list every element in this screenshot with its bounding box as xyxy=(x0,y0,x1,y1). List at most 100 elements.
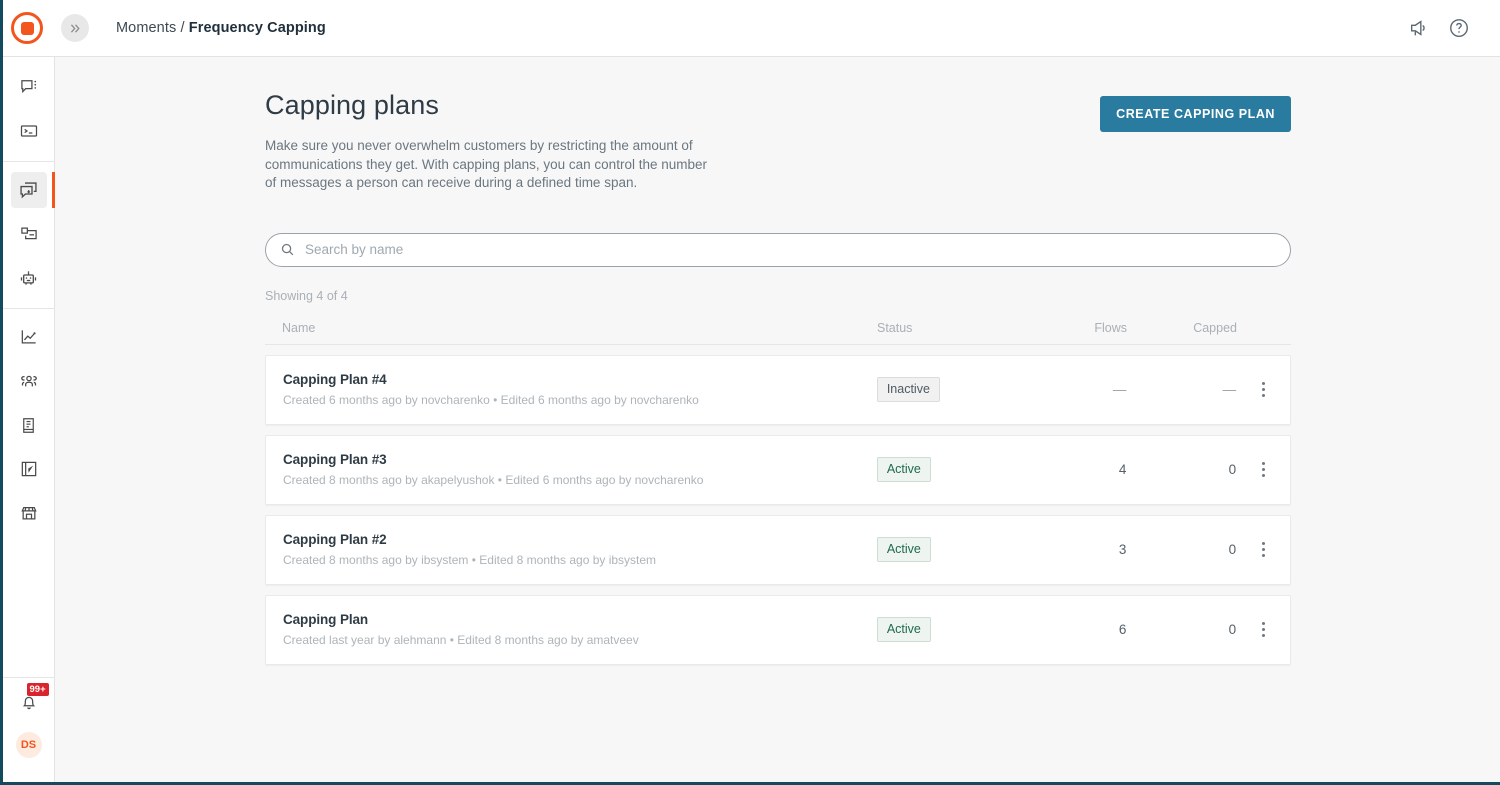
page-header: Capping plans Make sure you never overwh… xyxy=(265,90,1291,193)
search-input[interactable] xyxy=(305,242,1276,257)
sidebar-item-moments[interactable] xyxy=(11,172,47,208)
cell-capped: 0 xyxy=(1126,622,1236,637)
cell-name: Capping Plan #4 Created 6 months ago by n… xyxy=(266,372,877,407)
plan-meta: Created 6 months ago by novcharenko • Ed… xyxy=(283,393,877,407)
content-blocks-icon xyxy=(19,224,39,244)
notifications-button[interactable]: 99+ xyxy=(11,684,47,720)
kebab-menu-icon xyxy=(1256,375,1271,405)
cell-name: Capping Plan Created last year by alehman… xyxy=(266,612,877,647)
megaphone-icon[interactable] xyxy=(1408,17,1430,39)
rail-group-2 xyxy=(3,168,54,300)
results-count: Showing 4 of 4 xyxy=(265,289,1291,303)
table-row[interactable]: Capping Plan #3 Created 8 months ago by a… xyxy=(265,435,1291,505)
column-header-flows: Flows xyxy=(1027,321,1127,335)
rail-group-1 xyxy=(3,65,54,153)
rail-bottom: 99+ DS xyxy=(3,669,55,782)
cell-flows: 6 xyxy=(1027,622,1127,637)
plan-meta: Created 8 months ago by akapelyushok • E… xyxy=(283,473,877,487)
kebab-menu-icon xyxy=(1256,455,1271,485)
main-content: Capping plans Make sure you never overwh… xyxy=(55,57,1500,782)
status-badge: Inactive xyxy=(877,377,940,402)
breadcrumb: Moments / Frequency Capping xyxy=(116,20,326,36)
moments-copy-icon xyxy=(18,180,39,201)
rail-divider-3 xyxy=(3,677,55,678)
page-title: Capping plans xyxy=(265,90,713,121)
status-badge: Active xyxy=(877,537,931,562)
sidebar-item-marketplace[interactable] xyxy=(11,495,47,531)
page-header-text: Capping plans Make sure you never overwh… xyxy=(265,90,713,193)
row-menu-button[interactable] xyxy=(1236,375,1290,405)
sidebar-item-audience[interactable] xyxy=(11,363,47,399)
plan-name[interactable]: Capping Plan #2 xyxy=(283,532,877,547)
left-rail: 99+ DS xyxy=(3,57,55,782)
table-header: Name Status Flows Capped xyxy=(265,312,1291,345)
table-row[interactable]: Capping Plan Created last year by alehman… xyxy=(265,595,1291,665)
status-badge: Active xyxy=(877,617,931,642)
store-icon xyxy=(19,503,39,523)
cell-flows: 3 xyxy=(1027,542,1127,557)
cell-status: Active xyxy=(877,457,1027,482)
row-menu-button[interactable] xyxy=(1236,535,1290,565)
column-header-status: Status xyxy=(877,321,1027,335)
row-menu-button[interactable] xyxy=(1236,615,1290,645)
cell-capped: — xyxy=(1126,382,1236,397)
plan-name[interactable]: Capping Plan #4 xyxy=(283,372,877,387)
chevron-double-right-icon xyxy=(69,22,82,35)
page-description: Make sure you never overwhelm customers … xyxy=(265,137,713,193)
search-icon xyxy=(280,242,295,257)
sidebar-item-builder[interactable] xyxy=(11,451,47,487)
people-icon xyxy=(19,371,39,391)
terminal-icon xyxy=(19,121,39,141)
table-row[interactable]: Capping Plan #2 Created 8 months ago by i… xyxy=(265,515,1291,585)
top-bar: Moments / Frequency Capping xyxy=(3,0,1500,57)
cell-status: Active xyxy=(877,537,1027,562)
sidebar-item-knowledge[interactable] xyxy=(11,407,47,443)
capping-plans-table: Capping Plan #4 Created 6 months ago by n… xyxy=(265,355,1291,665)
analytics-chart-icon xyxy=(19,327,39,347)
table-row[interactable]: Capping Plan #4 Created 6 months ago by n… xyxy=(265,355,1291,425)
rail-group-3 xyxy=(3,315,54,535)
sidebar-item-console[interactable] xyxy=(11,113,47,149)
book-icon xyxy=(19,416,38,435)
search-bar[interactable] xyxy=(265,233,1291,267)
plan-meta: Created last year by alehmann • Edited 8… xyxy=(283,633,877,647)
rail-divider-2 xyxy=(3,308,55,309)
column-header-capped: Capped xyxy=(1127,321,1237,335)
column-header-name: Name xyxy=(265,321,877,335)
sidebar-collapse-button[interactable] xyxy=(61,14,89,42)
app-window: Moments / Frequency Capping xyxy=(0,0,1500,785)
breadcrumb-current: Frequency Capping xyxy=(189,20,326,36)
create-capping-plan-button[interactable]: CREATE CAPPING PLAN xyxy=(1100,96,1291,132)
help-circle-icon[interactable] xyxy=(1448,17,1470,39)
sidebar-item-messages[interactable] xyxy=(11,69,47,105)
status-badge: Active xyxy=(877,457,931,482)
plan-meta: Created 8 months ago by ibsystem • Edite… xyxy=(283,553,877,567)
rail-divider-1 xyxy=(3,161,55,162)
cell-capped: 0 xyxy=(1126,542,1236,557)
cell-status: Active xyxy=(877,617,1027,642)
robot-icon xyxy=(18,268,39,289)
cell-flows: — xyxy=(1027,382,1127,397)
cell-status: Inactive xyxy=(877,377,1027,402)
cell-name: Capping Plan #2 Created 8 months ago by i… xyxy=(266,532,877,567)
plan-name[interactable]: Capping Plan xyxy=(283,612,877,627)
row-menu-button[interactable] xyxy=(1236,455,1290,485)
sidebar-item-analytics[interactable] xyxy=(11,319,47,355)
capping-plans-page: Capping plans Make sure you never overwh… xyxy=(265,57,1291,665)
breadcrumb-separator: / xyxy=(180,20,184,36)
sidebar-item-content[interactable] xyxy=(11,216,47,252)
cell-flows: 4 xyxy=(1027,462,1127,477)
brand-logo-inner xyxy=(21,22,34,35)
cursor-frame-icon xyxy=(19,459,39,479)
notification-badge: 99+ xyxy=(27,683,49,696)
kebab-menu-icon xyxy=(1256,535,1271,565)
kebab-menu-icon xyxy=(1256,615,1271,645)
cell-name: Capping Plan #3 Created 8 months ago by a… xyxy=(266,452,877,487)
brand-logo[interactable] xyxy=(11,12,43,44)
plan-name[interactable]: Capping Plan #3 xyxy=(283,452,877,467)
top-bar-actions xyxy=(1408,17,1470,39)
breadcrumb-root[interactable]: Moments xyxy=(116,20,176,36)
cell-capped: 0 xyxy=(1126,462,1236,477)
avatar[interactable]: DS xyxy=(16,732,42,758)
sidebar-item-bots[interactable] xyxy=(11,260,47,296)
